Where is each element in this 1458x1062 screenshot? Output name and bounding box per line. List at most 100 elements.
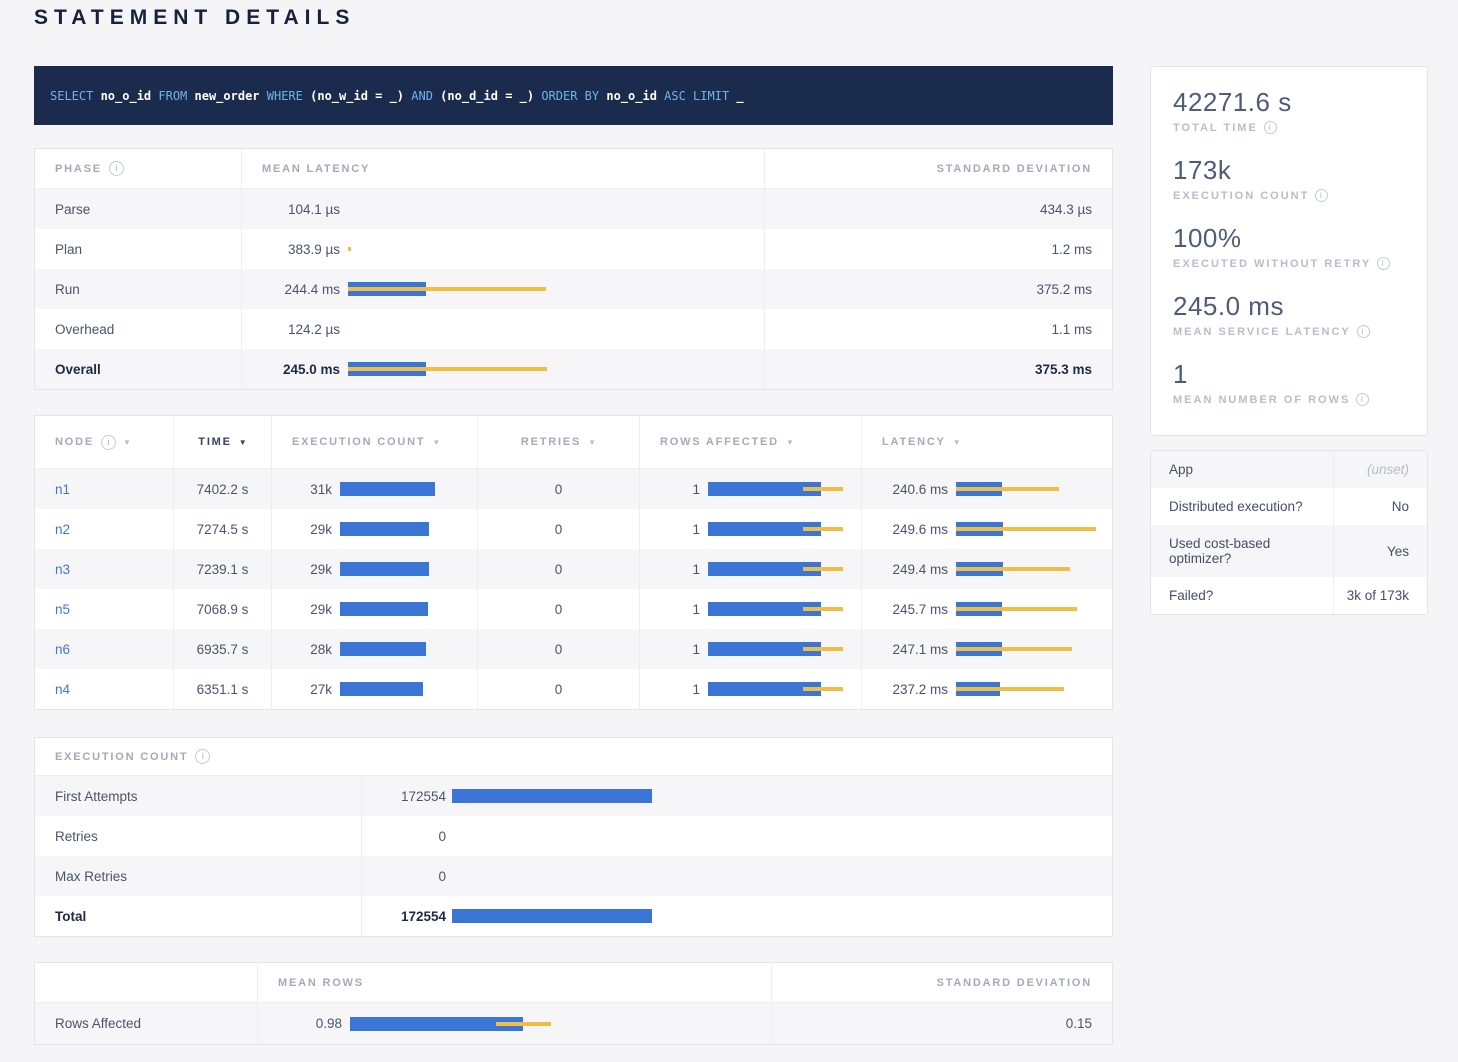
info-icon[interactable]: i: [109, 161, 124, 176]
retries-column-header[interactable]: RETRIES ▼: [477, 416, 639, 468]
info-icon[interactable]: i: [1315, 189, 1328, 202]
mean-rows-header-cell: MEAN ROWS: [257, 963, 771, 1002]
node-link[interactable]: n6: [55, 642, 70, 657]
attempt-type-cell: Total: [35, 896, 361, 936]
node-link[interactable]: n3: [55, 562, 70, 577]
rows-affected-table: MEAN ROWS STANDARD DEVIATION Rows Affect…: [34, 962, 1113, 1045]
bar-stddev-whisker: [956, 567, 1070, 571]
sql-identifier: no_o_id: [599, 89, 657, 103]
count-value: 0: [370, 829, 446, 844]
rows-affected-header-label: ROWS AFFECTED: [660, 436, 779, 448]
node-link[interactable]: n2: [55, 522, 70, 537]
execution-count-row: Max Retries0: [35, 856, 1112, 896]
sort-caret-icon: ▼: [786, 438, 794, 447]
bar-stddev-whisker: [348, 367, 547, 371]
mean-latency-value: 245.0 ms: [262, 362, 340, 377]
stat-value: 245.0 ms: [1173, 291, 1405, 322]
rows-affected-bar: [708, 642, 861, 656]
node-link[interactable]: n4: [55, 682, 70, 697]
phase-header-cell: PHASE i: [35, 149, 241, 188]
retries-value: 0: [555, 682, 563, 697]
time-value: 7402.2 s: [197, 482, 249, 497]
phase-row: Overall245.0 ms375.3 ms: [35, 349, 1112, 389]
info-icon[interactable]: i: [101, 435, 116, 450]
execution-count-bar: [340, 482, 477, 496]
mean-rows-header-label: MEAN ROWS: [278, 977, 364, 989]
time-column-header[interactable]: TIME ▼: [173, 416, 271, 468]
info-icon[interactable]: i: [1357, 325, 1370, 338]
rows-affected-value: 1: [648, 562, 700, 577]
rows-affected-column-header[interactable]: ROWS AFFECTED ▼: [639, 416, 861, 468]
latency-column-header[interactable]: LATENCY ▼: [861, 416, 1112, 468]
info-icon[interactable]: i: [1356, 393, 1369, 406]
latency-bar: [956, 602, 1094, 616]
count-cell: 172554: [361, 776, 1112, 816]
bar-mean-segment: [340, 602, 428, 616]
latency-value: 237.2 ms: [870, 682, 948, 697]
stat-value: 1: [1173, 359, 1405, 390]
sql-identifier: (no_d_id = _): [433, 89, 534, 103]
stat-label: TOTAL TIMEi: [1173, 121, 1405, 134]
execution-count-cell: 29k: [271, 549, 477, 589]
execution-count-cell: 29k: [271, 509, 477, 549]
node-stats-table: NODE i ▼ TIME ▼ EXECUTION COUNT ▼ RETRIE…: [34, 415, 1113, 710]
detail-value: 3k of 173k: [1333, 577, 1427, 614]
rows-affected-value: 1: [648, 642, 700, 657]
node-link[interactable]: n1: [55, 482, 70, 497]
count-bar: [452, 789, 1092, 803]
stat-label: EXECUTED WITHOUT RETRYi: [1173, 257, 1405, 270]
time-value: 6935.7 s: [197, 642, 249, 657]
mean-rows-cell: 0.98: [257, 1003, 771, 1044]
attempt-type-label: Retries: [55, 829, 98, 844]
sql-statement: SELECT no_o_id FROM new_order WHERE (no_…: [50, 89, 744, 103]
execution-count-bar: [340, 522, 477, 536]
phase-row: Plan383.9 µs1.2 ms: [35, 229, 1112, 269]
latency-value: 247.1 ms: [870, 642, 948, 657]
rows-affected-cell: 1: [639, 549, 861, 589]
rows-affected-cell: 1: [639, 629, 861, 669]
latency-header-label: LATENCY: [882, 436, 946, 448]
std-dev-cell: 375.2 ms: [764, 269, 1112, 309]
sql-identifier: new_order: [187, 89, 259, 103]
rows-affected-bar: [708, 562, 861, 576]
info-icon[interactable]: i: [195, 749, 210, 764]
stat-label: MEAN NUMBER OF ROWSi: [1173, 393, 1405, 406]
sort-caret-icon: ▼: [432, 438, 440, 447]
latency-cell: 240.6 ms: [861, 469, 1112, 509]
node-row: n66935.7 s28k01247.1 ms: [35, 629, 1112, 669]
summary-stat: 245.0 msMEAN SERVICE LATENCYi: [1173, 291, 1405, 338]
attempt-type-cell: Max Retries: [35, 856, 361, 896]
info-icon[interactable]: i: [1264, 121, 1277, 134]
bar-mean-segment: [452, 909, 652, 923]
mean-latency-bar: [348, 202, 764, 216]
bar-stddev-whisker: [956, 647, 1072, 651]
node-link[interactable]: n5: [55, 602, 70, 617]
std-dev-cell: 1.2 ms: [764, 229, 1112, 269]
execution-count-table-title: EXECUTION COUNT: [55, 751, 188, 763]
std-dev-header-label: STANDARD DEVIATION: [937, 977, 1092, 989]
count-bar: [452, 869, 1092, 883]
info-icon[interactable]: i: [1377, 257, 1390, 270]
execution-count-header-label: EXECUTION COUNT: [292, 436, 425, 448]
rows-affected-bar: [708, 682, 861, 696]
retries-cell: 0: [477, 589, 639, 629]
execution-count-column-header[interactable]: EXECUTION COUNT ▼: [271, 416, 477, 468]
summary-stat: 173kEXECUTION COUNTi: [1173, 155, 1405, 202]
bar-stddev-whisker: [348, 247, 351, 251]
node-column-header[interactable]: NODE i ▼: [35, 416, 173, 468]
std-dev-value: 375.2 ms: [1036, 282, 1092, 297]
summary-stats-card: 42271.6 sTOTAL TIMEi173kEXECUTION COUNTi…: [1150, 66, 1428, 436]
bar-mean-segment: [340, 562, 429, 576]
mean-latency-value: 383.9 µs: [262, 242, 340, 257]
std-dev-cell: 1.1 ms: [764, 309, 1112, 349]
mean-rows-bar: [350, 1017, 771, 1031]
retries-header-label: RETRIES: [521, 436, 581, 448]
mean-latency-cell: 124.2 µs: [241, 309, 764, 349]
bar-mean-segment: [452, 789, 652, 803]
execution-count-row: Retries 0: [35, 816, 1112, 856]
execution-count-row: Total172554: [35, 896, 1112, 936]
detail-value: (unset): [1333, 451, 1427, 488]
attempt-type-cell: Retries: [35, 816, 361, 856]
execution-count-cell: 28k: [271, 629, 477, 669]
std-dev-cell: 0.15: [771, 1003, 1112, 1044]
